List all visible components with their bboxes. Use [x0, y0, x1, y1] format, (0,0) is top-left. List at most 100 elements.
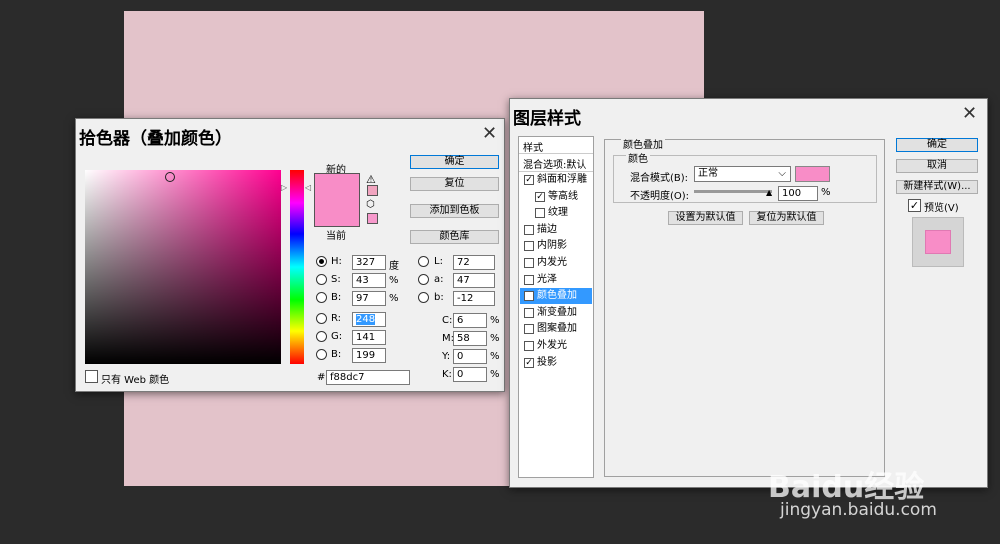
panel-title: 颜色叠加 [621, 136, 665, 151]
unit-m: % [490, 333, 500, 344]
radio-b[interactable] [316, 292, 327, 303]
style-item-checkbox[interactable] [524, 307, 534, 318]
style-item-checkbox[interactable] [524, 274, 534, 285]
style-item-checkbox[interactable]: ✓ [535, 191, 545, 202]
y-field[interactable]: 0 [453, 349, 487, 364]
style-item-label: 等高线 [548, 190, 578, 202]
style-item[interactable]: 纹理 [520, 205, 592, 221]
opacity-slider-thumb[interactable]: ▲ [766, 189, 772, 197]
hue-slider-arrow-left[interactable]: ▷ [281, 183, 287, 192]
style-item-checkbox[interactable] [524, 224, 534, 235]
color-libraries-button[interactable]: 颜色库 [410, 230, 499, 244]
lab-b-field[interactable]: -12 [453, 291, 495, 306]
style-item[interactable]: ✓ 等高线 [520, 189, 592, 205]
reset-default-button[interactable]: 复位为默认值 [749, 211, 824, 225]
overlay-color-swatch[interactable] [795, 166, 830, 182]
radio-a[interactable] [418, 274, 429, 285]
unit-k: % [490, 369, 500, 380]
new-style-button[interactable]: 新建样式(W)... [896, 180, 978, 194]
style-item[interactable]: 外发光 [520, 338, 592, 354]
gamut-swatch[interactable] [367, 185, 378, 196]
opacity-label: 不透明度(O): [630, 191, 690, 202]
close-icon[interactable]: ✕ [962, 103, 977, 124]
blend-mode-label: 混合模式(B): [630, 173, 689, 184]
reset-button[interactable]: 复位 [410, 177, 499, 191]
style-item-label: 光泽 [537, 273, 557, 285]
radio-h[interactable] [316, 256, 327, 267]
l-field[interactable]: 72 [453, 255, 495, 270]
radio-blue[interactable] [316, 349, 327, 360]
style-item[interactable]: ✓ 斜面和浮雕 [520, 172, 592, 188]
hex-field[interactable]: f88dc7 [326, 370, 410, 385]
hue-slider-arrow-right[interactable]: ◁ [305, 183, 311, 192]
cancel-button[interactable]: 取消 [896, 159, 978, 173]
color-field-cursor[interactable] [165, 172, 175, 182]
style-item[interactable]: 图案叠加 [520, 321, 592, 337]
blue-field[interactable]: 199 [352, 348, 386, 363]
set-default-button[interactable]: 设置为默认值 [668, 211, 743, 225]
ok-button[interactable]: 确定 [896, 138, 978, 152]
r-field[interactable]: 248 [352, 312, 386, 327]
s-field[interactable]: 43 [352, 273, 386, 288]
style-item[interactable]: 内发光 [520, 255, 592, 271]
hue-slider[interactable] [290, 170, 304, 364]
web-cube-icon[interactable]: ⬡ [366, 199, 375, 210]
color-field[interactable] [85, 170, 281, 364]
style-item[interactable]: 光泽 [520, 272, 592, 288]
preview-checkbox[interactable]: ✓ [908, 199, 921, 212]
style-item-checkbox[interactable]: ✓ [524, 291, 534, 302]
radio-s[interactable] [316, 274, 327, 285]
label-k: K: [442, 369, 452, 380]
style-item-checkbox[interactable] [524, 341, 534, 351]
b-field[interactable]: 97 [352, 291, 386, 306]
label-s: S: [331, 274, 341, 285]
label-l: L: [434, 256, 443, 267]
style-item-label: 渐变叠加 [537, 306, 577, 318]
color-picker-dialog: 拾色器（叠加颜色） ✕ ▷ ◁ 新的 当前 ⚠ ⬡ 确定 复位 添加到色板 颜色… [75, 118, 505, 392]
style-item[interactable]: 渐变叠加 [520, 305, 592, 321]
style-item-checkbox[interactable] [524, 324, 534, 335]
style-item-checkbox[interactable] [535, 208, 545, 219]
blend-options-item[interactable]: 混合选项:默认 [523, 156, 586, 171]
style-item-label: 颜色叠加 [537, 290, 577, 302]
color-group: 颜色 混合模式(B): 正常 ⌵ 不透明度(O): ▲ 100 % [613, 150, 877, 203]
web-only-label: 只有 Web 颜色 [101, 375, 170, 386]
group-title: 颜色 [626, 150, 650, 165]
style-item-checkbox[interactable]: ✓ [524, 175, 534, 185]
radio-r[interactable] [316, 313, 327, 324]
h-field[interactable]: 327 [352, 255, 386, 270]
style-item[interactable]: ✓ 投影 [520, 355, 592, 371]
radio-l[interactable] [418, 256, 429, 267]
radio-g[interactable] [316, 331, 327, 342]
watermark-url: jingyan.baidu.com [780, 500, 937, 520]
styles-list: 样式 混合选项:默认 ✓ 斜面和浮雕 ✓ 等高线 纹理 描边 内阴影 内发光 光泽 ✓ 颜色叠加 渐变… [518, 136, 594, 478]
a-field[interactable]: 47 [453, 273, 495, 288]
c-field[interactable]: 6 [453, 313, 487, 328]
g-field[interactable]: 141 [352, 330, 386, 345]
add-to-swatches-button[interactable]: 添加到色板 [410, 204, 499, 218]
k-field[interactable]: 0 [453, 367, 487, 382]
style-item-label: 外发光 [537, 340, 567, 351]
close-icon[interactable]: ✕ [482, 123, 497, 144]
blend-mode-value: 正常 [698, 168, 718, 179]
preview-box [912, 217, 964, 267]
label-b: B: [331, 292, 342, 303]
style-item[interactable]: ✓ 颜色叠加 [520, 288, 592, 305]
style-item[interactable]: 描边 [520, 222, 592, 238]
opacity-field[interactable]: 100 [778, 186, 818, 201]
label-r: R: [331, 313, 342, 324]
style-item-checkbox[interactable] [524, 258, 534, 268]
style-item-checkbox[interactable] [524, 241, 534, 252]
radio-lab-b[interactable] [418, 292, 429, 303]
blend-mode-select[interactable]: 正常 ⌵ [694, 166, 791, 182]
m-field[interactable]: 58 [453, 331, 487, 346]
style-item-checkbox[interactable]: ✓ [524, 357, 534, 368]
web-swatch[interactable] [367, 213, 378, 224]
style-item[interactable]: 内阴影 [520, 238, 592, 254]
opacity-slider-track[interactable] [694, 190, 772, 193]
current-color-label: 当前 [326, 231, 346, 242]
ok-button[interactable]: 确定 [410, 155, 499, 169]
styles-header[interactable]: 样式 [523, 139, 543, 154]
web-only-checkbox[interactable] [85, 370, 98, 383]
hex-prefix: # [317, 372, 326, 383]
